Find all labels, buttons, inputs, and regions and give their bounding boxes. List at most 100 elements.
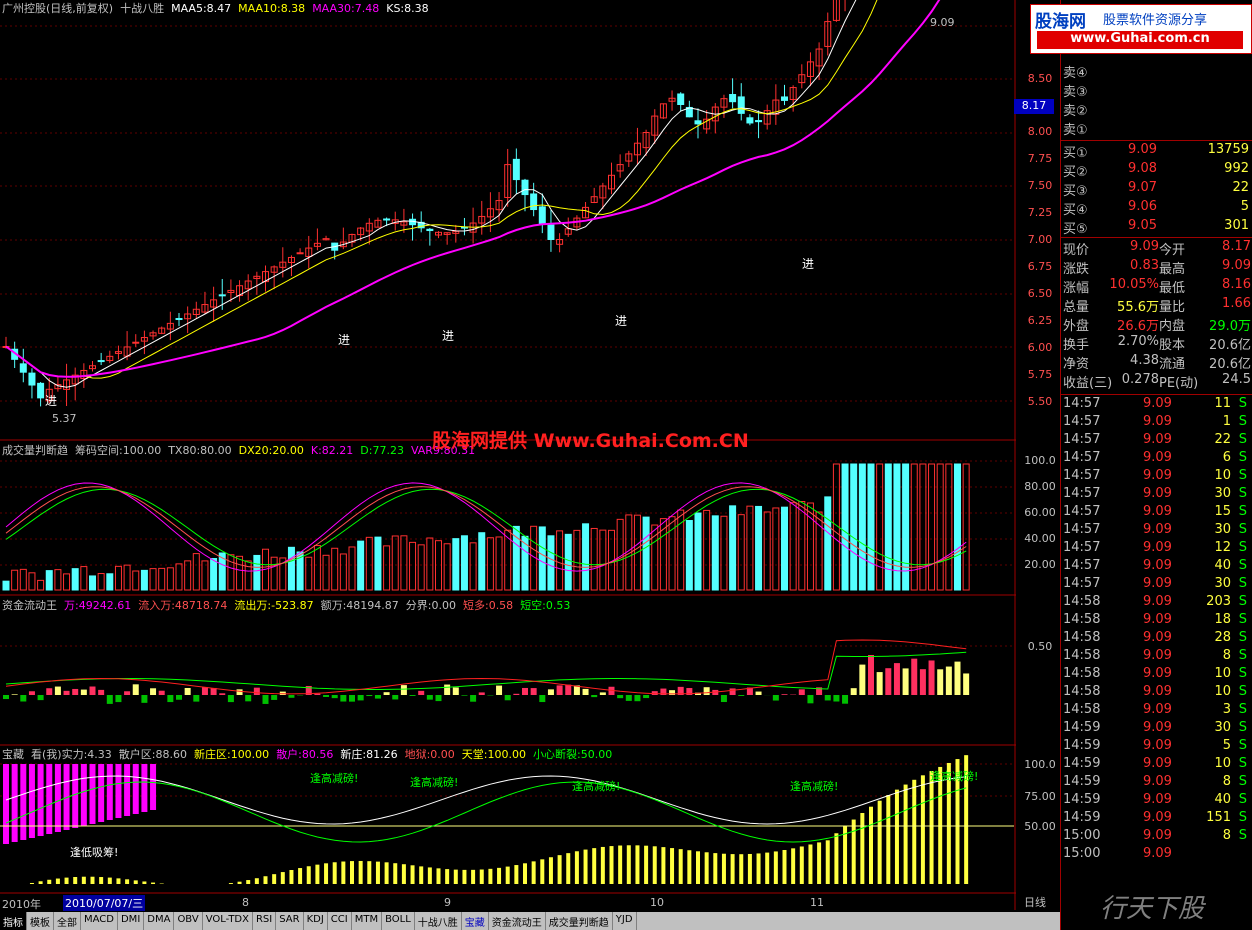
- volume-bar: [564, 533, 572, 591]
- tick-row: 14:59 9.09 5 S: [1063, 738, 1251, 756]
- tab-13[interactable]: BOLL: [382, 912, 415, 930]
- volume-bar: [538, 526, 546, 591]
- volume-bar: [132, 570, 140, 591]
- fund-flow-bar: [227, 695, 234, 703]
- volume-bar: [910, 463, 918, 591]
- treasure-magenta-bar: [80, 764, 87, 826]
- tick-row: 14:57 9.09 22 S: [1063, 432, 1251, 450]
- candle-body: [547, 224, 555, 241]
- tab-5[interactable]: DMA: [144, 912, 175, 930]
- fund-flow-bar: [556, 685, 563, 695]
- fund-flow-title-item: 分界:0.00: [405, 599, 456, 612]
- reduce-position-note: 逢高减磅!: [930, 769, 978, 783]
- tab-2[interactable]: 全部: [54, 912, 81, 930]
- treasure-yellow-bar: [29, 882, 34, 884]
- volume-bar: [140, 569, 148, 591]
- treasure-yellow-bar: [574, 851, 579, 884]
- volume-bar: [460, 535, 468, 591]
- volume-bar: [71, 568, 79, 591]
- treasure-magenta-bar: [3, 764, 9, 844]
- tick-time: 14:59: [1063, 738, 1101, 753]
- tick-price: 9.09: [1143, 396, 1172, 411]
- fund-flow-bar: [245, 695, 252, 702]
- volume-trend-axis-label: 60.00: [1024, 506, 1056, 519]
- volume-bar: [37, 579, 45, 591]
- quote-panel: 卖④ 卖③ 卖② 卖① 买① 9.09 13759 买② 9.08 992 买③ 9.07 22 买④ 9.…: [1060, 0, 1252, 930]
- fund-flow-bar: [850, 688, 857, 695]
- tick-row: 14:58 9.09 10 S: [1063, 684, 1251, 702]
- tick-volume: 6: [1222, 450, 1231, 465]
- buy-order-price: 9.07: [1128, 180, 1157, 195]
- treasure-yellow-bar: [358, 860, 363, 884]
- sell-order-label: 卖③: [1063, 85, 1088, 100]
- treasure-title-item: 小心断裂:50.00: [533, 748, 613, 761]
- tab-8[interactable]: RSI: [253, 912, 277, 930]
- fund-flow-bar: [314, 693, 321, 695]
- tick-time: 14:57: [1063, 432, 1101, 447]
- tick-volume: 28: [1214, 630, 1231, 645]
- volume-bar: [19, 568, 27, 591]
- tab-11[interactable]: CCI: [328, 912, 352, 930]
- stat-label: 涨跌: [1063, 262, 1090, 277]
- tick-row: 14:59 9.09 8 S: [1063, 774, 1251, 792]
- tick-volume: 22: [1214, 432, 1231, 447]
- volume-bar: [166, 567, 174, 591]
- tab-3[interactable]: MACD: [81, 912, 118, 930]
- treasure-yellow-bar: [739, 854, 744, 884]
- fund-flow-bar: [833, 695, 840, 702]
- fund-flow-title-item: 流出万:-523.87: [234, 599, 314, 612]
- treasure-title-item: 散户:80.56: [276, 748, 334, 761]
- tab-18[interactable]: YJD: [613, 912, 637, 930]
- tick-side: S: [1238, 648, 1247, 663]
- tick-side: S: [1238, 594, 1247, 609]
- volume-bar: [409, 541, 417, 591]
- tab-7[interactable]: VOL-TDX: [203, 912, 253, 930]
- tick-row: 14:57 9.09 10 S: [1063, 468, 1251, 486]
- volume-bar: [287, 546, 295, 591]
- sell-order-label: 卖④: [1063, 66, 1088, 81]
- tick-volume: 30: [1214, 486, 1231, 501]
- reduce-position-note: 逢高减磅!: [310, 771, 358, 785]
- treasure-yellow-bar: [860, 812, 865, 884]
- timeframe-label[interactable]: 日线: [1024, 894, 1046, 910]
- tab-17[interactable]: 成交量判断趋: [546, 912, 613, 930]
- treasure-yellow-bar: [618, 845, 623, 884]
- fund-flow-bar: [729, 688, 736, 695]
- tick-time: 14:59: [1063, 810, 1101, 825]
- treasure-yellow-bar: [315, 864, 320, 884]
- tab-10[interactable]: KDJ: [304, 912, 328, 930]
- fund-flow-bar: [54, 686, 61, 695]
- treasure-axis-label: 75.00: [1024, 790, 1056, 803]
- tick-row: 14:58 9.09 28 S: [1063, 630, 1251, 648]
- candle-body: [296, 252, 304, 255]
- stat-value: 4.38: [1130, 353, 1159, 368]
- fund-flow-bar: [876, 672, 883, 695]
- fund-flow-bar: [504, 695, 511, 701]
- tab-9[interactable]: SAR: [276, 912, 304, 930]
- tick-side: S: [1238, 450, 1247, 465]
- tick-price: 9.09: [1143, 414, 1172, 429]
- tick-row: 14:58 9.09 8 S: [1063, 648, 1251, 666]
- tab-0[interactable]: 指标: [0, 912, 27, 930]
- tick-price: 9.09: [1143, 468, 1172, 483]
- volume-bar: [201, 560, 209, 591]
- tab-15[interactable]: 宝藏: [462, 912, 489, 930]
- tab-16[interactable]: 资金流动王: [489, 912, 546, 930]
- treasure-yellow-bar: [488, 868, 493, 884]
- tab-4[interactable]: DMI: [118, 912, 145, 930]
- volume-bar: [945, 463, 953, 591]
- volume-bar: [928, 463, 936, 591]
- fund-flow-bar: [522, 687, 528, 695]
- candle-body: [737, 96, 745, 114]
- tab-6[interactable]: OBV: [174, 912, 203, 930]
- date-axis-month-10: 10: [650, 896, 664, 909]
- tab-14[interactable]: 十战八胜: [415, 912, 462, 930]
- volume-bar: [158, 567, 166, 591]
- tick-row: 14:59 9.09 40 S: [1063, 792, 1251, 810]
- volume-bar: [114, 565, 122, 591]
- tab-12[interactable]: MTM: [352, 912, 383, 930]
- price-axis-label: 7.00: [1027, 233, 1053, 246]
- volume-bar: [884, 463, 892, 591]
- treasure-yellow-bar: [523, 863, 527, 884]
- tab-1[interactable]: 模板: [27, 912, 54, 930]
